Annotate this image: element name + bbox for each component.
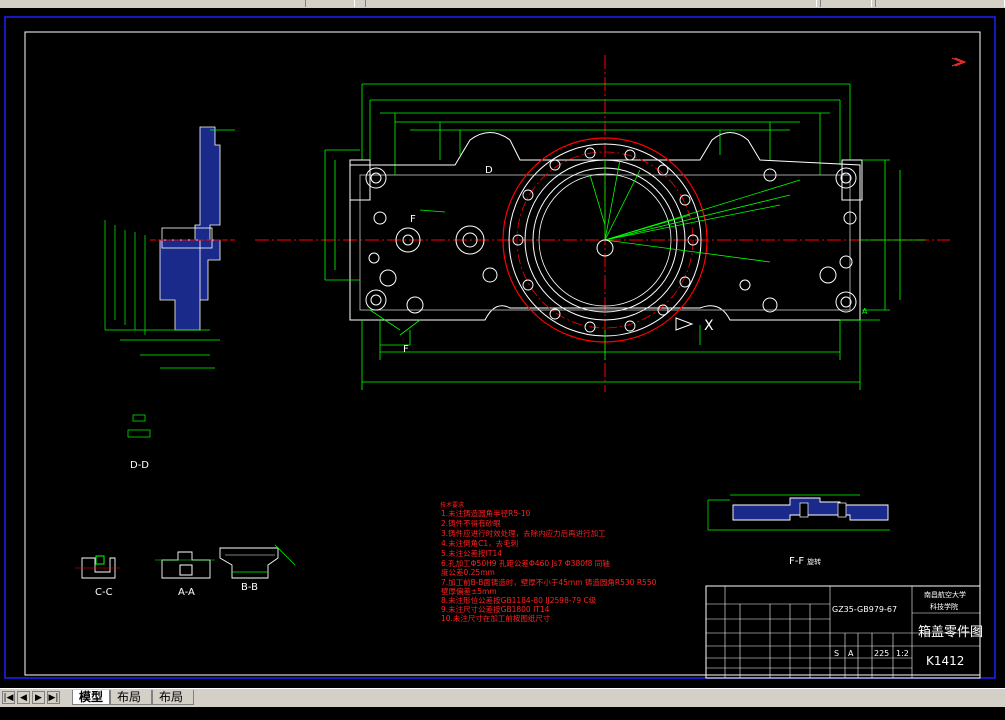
tech-note-line: 3.铸件应进行时效处理，去除内应力后再进行加工	[441, 528, 606, 538]
aa-label: A-A	[178, 587, 195, 598]
section-view-bb: B-B	[219, 544, 296, 593]
title-scale-cell: S	[834, 649, 839, 658]
toolbar-segment[interactable]	[365, 0, 817, 7]
f-marker-mid: F	[410, 214, 416, 225]
next-tab-button[interactable]: ▶	[32, 691, 45, 704]
a-marker: A	[862, 307, 868, 316]
tab-model[interactable]: 模型	[72, 690, 110, 705]
cad-drawing-canvas[interactable]: X F F D A D-D C-C A-A B-B F-F 旋转 技术要求 1.…	[0, 8, 1005, 688]
layout-tab-bar: |◀ ◀ ▶ ▶| 模型 布局1 布局2	[0, 688, 1005, 719]
section-view-ff: F-F 旋转	[707, 494, 890, 567]
top-dimensions	[361, 83, 851, 175]
section-view-dd: D-D	[104, 126, 235, 471]
title-part-name: 箱盖零件图	[918, 624, 983, 640]
tab-layout2[interactable]: 布局2	[152, 690, 194, 719]
title-school: 南昌航空大学	[924, 590, 966, 599]
title-code: K1412	[926, 654, 964, 668]
tech-note-line: 8.未注形位公差按GB1184-80 IJ2598-79 C级	[441, 595, 597, 605]
title-block: 南昌航空大学 科技学院 GZ35-GB979-67 箱盖零件图 K1412 S …	[705, 585, 983, 679]
toolbar-segment[interactable]	[305, 0, 355, 7]
f-marker-bottom: F	[403, 344, 409, 355]
main-plan-view: X F F D A	[255, 55, 950, 392]
technical-requirements: 技术要求 1.未注铸造圆角半径R5-10 2.铸件不得有砂眼 3.铸件应进行时效…	[440, 501, 657, 623]
title-scale-cell: 225	[874, 649, 889, 658]
title-drawing-no: GZ35-GB979-67	[832, 605, 897, 614]
tech-note-line: 度公差0.25mm	[441, 567, 495, 577]
first-tab-button[interactable]: |◀	[2, 691, 15, 704]
x-marker: X	[704, 318, 714, 334]
title-scale-cell: 1:2	[896, 649, 909, 658]
tech-note-line: 10.未注尺寸在加工前按图纸尺寸	[441, 613, 551, 623]
section-view-aa: A-A	[155, 551, 215, 598]
tab-layout1[interactable]: 布局1	[110, 690, 152, 719]
dd-label: D-D	[130, 460, 149, 471]
tech-note-line: 5.未注公差按IT14	[441, 548, 502, 558]
tech-note-line: 2.铸件不得有砂眼	[441, 518, 501, 528]
tech-note-line: 7.加工前B-B面铸造时，壁厚不小于45mm 铸造圆角R530 R550	[441, 577, 657, 587]
tech-notes-title: 技术要求	[440, 501, 464, 509]
housing-outline	[349, 132, 863, 321]
cad-drawing: X F F D A D-D C-C A-A B-B F-F 旋转 技术要求 1.…	[4, 16, 996, 679]
cc-label: C-C	[95, 587, 113, 598]
tech-note-line: 壁厚偏差±5mm	[441, 586, 497, 596]
ff-label: F-F 旋转	[789, 556, 821, 567]
bb-label: B-B	[241, 582, 258, 593]
title-scale-cell: A	[848, 649, 854, 658]
toolbar-segment[interactable]	[875, 0, 1005, 7]
view-arrow	[675, 317, 694, 331]
tech-note-line: 4.未注倒角C1，去毛刺	[441, 538, 518, 548]
tech-note-line: 6.孔加工Φ50H9 孔距公差Φ460 Js7 Φ380f8 同轴	[441, 558, 610, 568]
bottom-dimensions	[361, 320, 861, 390]
tech-note-line: 9.未注尺寸公差按GB1800 IT14	[441, 604, 550, 614]
last-tab-button[interactable]: ▶|	[47, 691, 60, 704]
title-college: 科技学院	[930, 602, 958, 611]
orientation-arrows	[951, 57, 967, 67]
tech-note-line: 1.未注铸造圆角半径R5-10	[441, 508, 531, 518]
left-dimension-leaders	[324, 149, 446, 336]
prev-tab-button[interactable]: ◀	[17, 691, 30, 704]
d-marker: D	[485, 165, 493, 176]
toolbar-segment[interactable]	[820, 0, 872, 7]
section-view-cc: C-C	[75, 555, 120, 598]
